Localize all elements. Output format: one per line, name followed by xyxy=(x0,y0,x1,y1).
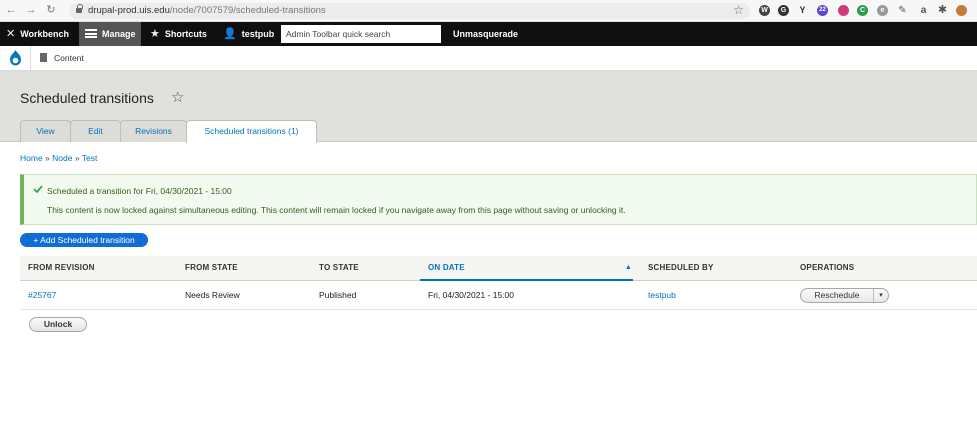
tab-scheduled-transitions[interactable]: Scheduled transitions (1) xyxy=(186,120,317,143)
wrench-icon: ✕ xyxy=(6,27,16,40)
transitions-table: FROM REVISION FROM STATE TO STATE ON DAT… xyxy=(20,256,977,310)
from-state-cell: Needs Review xyxy=(185,290,240,300)
workbench-link[interactable]: ✕ Workbench xyxy=(6,22,69,46)
message-text: Scheduled a transition for Fri, 04/30/20… xyxy=(47,186,232,196)
page-title: Scheduled transitions xyxy=(20,90,154,106)
chevron-down-icon[interactable]: ▾ xyxy=(874,289,888,302)
back-arrow-icon[interactable]: ← xyxy=(4,3,18,17)
profile-avatar-icon[interactable] xyxy=(956,5,967,16)
breadcrumb: Home » Node » Test xyxy=(20,153,98,163)
admin-search-input[interactable] xyxy=(281,25,441,43)
extension-e-icon[interactable]: e xyxy=(877,5,888,16)
manage-tab[interactable]: Manage xyxy=(79,22,141,46)
revision-link[interactable]: #25767 xyxy=(28,281,56,310)
tab-edit[interactable]: Edit xyxy=(70,120,121,142)
extension-w-icon[interactable]: W xyxy=(759,5,770,16)
breadcrumb-test[interactable]: Test xyxy=(82,153,98,163)
forward-arrow-icon[interactable]: → xyxy=(24,3,38,17)
message-lock-text: This content is now locked against simul… xyxy=(47,205,626,215)
document-icon xyxy=(40,53,47,63)
breadcrumb-home[interactable]: Home xyxy=(20,153,43,163)
sort-asc-icon: ▲ xyxy=(624,264,632,271)
unmasquerade-link[interactable]: Unmasquerade xyxy=(453,22,518,46)
address-bar[interactable]: drupal-prod.uis.edu/node/7007579/schedul… xyxy=(69,3,750,19)
header-from-revision[interactable]: FROM REVISION xyxy=(28,256,95,281)
browser-bar: ← → ↻ drupal-prod.uis.edu/node/7007579/s… xyxy=(0,0,977,22)
eyedropper-icon[interactable]: ✎ xyxy=(897,5,908,16)
header-from-state[interactable]: FROM STATE xyxy=(185,256,238,281)
unlock-button[interactable]: Unlock xyxy=(29,317,87,332)
star-icon: ★ xyxy=(150,27,160,40)
table-row: #25767 Needs Review Published Fri, 04/30… xyxy=(20,281,977,310)
puzzle-icon[interactable]: ✱ xyxy=(937,5,948,16)
admin-toolbar: ✕Workbench Manage ★Shortcuts 👤testpub Un… xyxy=(0,22,977,46)
breadcrumb-node[interactable]: Node xyxy=(52,153,72,163)
header-to-state[interactable]: TO STATE xyxy=(319,256,359,281)
tab-revisions[interactable]: Revisions xyxy=(120,120,187,142)
content-link[interactable]: Content xyxy=(40,46,84,71)
tab-view[interactable]: View xyxy=(20,120,71,142)
lock-icon xyxy=(76,4,83,15)
on-date-cell: Fri, 04/30/2021 - 15:00 xyxy=(428,290,515,300)
toolbar-tray: Content xyxy=(0,46,977,71)
reschedule-button[interactable]: Reschedule xyxy=(801,289,874,302)
header-on-date[interactable]: ON DATE ▲ xyxy=(420,256,633,281)
check-icon xyxy=(33,185,43,193)
drupal-logo-icon[interactable] xyxy=(0,46,31,71)
status-message: Scheduled a transition for Fri, 04/30/20… xyxy=(20,174,977,225)
operations-dropbutton: Reschedule ▾ xyxy=(800,288,889,303)
shortcut-star-icon[interactable]: ☆ xyxy=(171,88,184,106)
user-link[interactable]: 👤 testpub xyxy=(223,22,274,46)
table-header: FROM REVISION FROM STATE TO STATE ON DAT… xyxy=(20,256,977,281)
hamburger-icon xyxy=(85,29,97,39)
header-scheduled-by[interactable]: SCHEDULED BY xyxy=(648,256,714,281)
extension-square-icon[interactable] xyxy=(838,5,849,16)
reload-icon[interactable]: ↻ xyxy=(44,3,58,17)
to-state-cell: Published xyxy=(319,290,357,300)
add-scheduled-transition-button[interactable]: + Add Scheduled transition xyxy=(20,233,148,247)
extension-y-icon[interactable]: Y xyxy=(797,5,808,16)
header-operations: OPERATIONS xyxy=(800,263,855,272)
extension-badge-icon[interactable]: 22 xyxy=(817,5,828,16)
user-icon: 👤 xyxy=(223,27,237,40)
shortcuts-link[interactable]: ★ Shortcuts xyxy=(150,22,207,46)
bookmark-star-icon[interactable]: ☆ xyxy=(733,3,744,17)
extension-a-icon[interactable]: a xyxy=(918,5,929,16)
scheduled-by-link[interactable]: testpub xyxy=(648,281,676,310)
url-text: drupal-prod.uis.edu/node/7007579/schedul… xyxy=(88,5,326,16)
extension-g-icon[interactable]: G xyxy=(778,5,789,16)
page-header: Scheduled transitions ☆ View Edit Revisi… xyxy=(0,71,977,143)
extension-c-icon[interactable]: C xyxy=(857,5,868,16)
